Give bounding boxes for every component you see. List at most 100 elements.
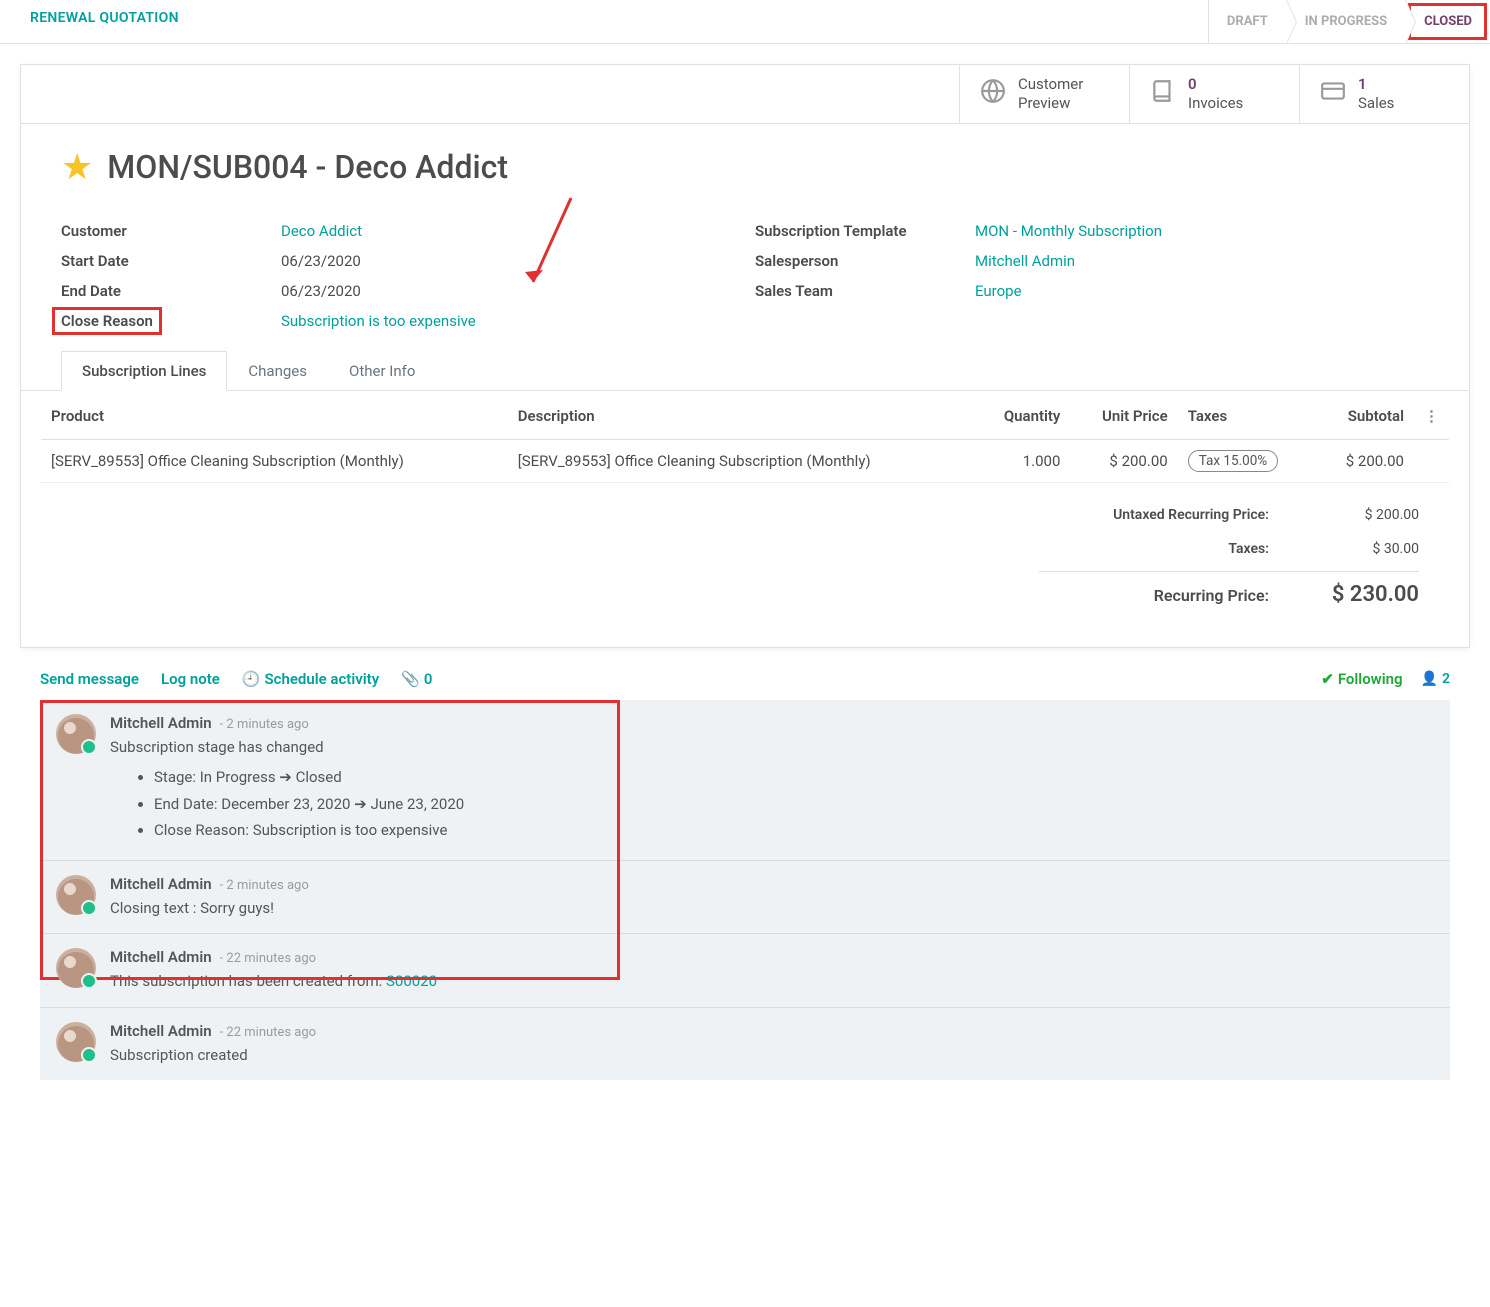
following-label: Following — [1338, 670, 1403, 688]
stage-tracker: DRAFT IN PROGRESS CLOSED — [1208, 0, 1490, 43]
msg-author[interactable]: Mitchell Admin — [110, 875, 212, 893]
field-end-date: End Date 06/23/2020 — [61, 276, 735, 306]
highlight-close-reason-label: Close Reason — [52, 307, 162, 335]
detail-from: In Progress — [200, 768, 276, 786]
person-icon: 👤 — [1421, 671, 1438, 687]
book-icon — [1150, 78, 1176, 110]
msg-body-text: Subscription created — [110, 1044, 1434, 1067]
msg-author[interactable]: Mitchell Admin — [110, 948, 212, 966]
detail-label: Stage: — [154, 768, 196, 786]
label-taxes: Taxes: — [1039, 541, 1269, 557]
invoices-button[interactable]: 0 Invoices — [1129, 65, 1299, 123]
avatar[interactable] — [56, 714, 96, 754]
msg-body-text: Closing text : Sorry guys! — [110, 897, 1434, 920]
value-start-date: 06/23/2020 — [281, 252, 361, 270]
field-template: Subscription Template MON - Monthly Subs… — [755, 216, 1429, 246]
sales-count: 1 — [1358, 75, 1394, 94]
clock-icon: 🕘 — [242, 670, 261, 688]
cell-taxes: Tax 15.00% — [1178, 439, 1316, 482]
message-list: Mitchell Admin - 2 minutes ago Subscript… — [40, 700, 1450, 1081]
cell-description: [SERV_89553] Office Cleaning Subscriptio… — [508, 439, 975, 482]
message-item: Mitchell Admin - 22 minutes ago This sub… — [40, 934, 1450, 1008]
check-icon: ✔ — [1321, 670, 1334, 688]
field-salesperson: Salesperson Mitchell Admin — [755, 246, 1429, 276]
value-untaxed: $ 200.00 — [1309, 507, 1419, 523]
invoices-label: Invoices — [1188, 94, 1243, 113]
lines-table: Product Description Quantity Unit Price … — [41, 391, 1449, 483]
msg-text-prefix: This subscription has been created from: — [110, 972, 386, 990]
sales-button[interactable]: 1 Sales — [1299, 65, 1469, 123]
sales-label: Sales — [1358, 94, 1394, 113]
detail-item: Stage: In Progress ➔ Closed — [154, 766, 1434, 789]
label-end-date: End Date — [61, 282, 281, 300]
avatar[interactable] — [56, 875, 96, 915]
value-recurring: $ 230.00 — [1309, 582, 1419, 607]
star-icon[interactable]: ★ — [61, 146, 93, 188]
totals-section: Untaxed Recurring Price: $ 200.00 Taxes:… — [41, 483, 1449, 627]
globe-icon — [980, 78, 1006, 110]
record-header: ★ MON/SUB004 - Deco Addict — [21, 124, 1469, 198]
schedule-label: Schedule activity — [265, 670, 380, 688]
send-message-button[interactable]: Send message — [40, 670, 139, 688]
following-button[interactable]: ✔ Following — [1321, 670, 1402, 688]
details-section: Customer Deco Addict Start Date 06/23/20… — [21, 198, 1469, 336]
customer-preview-line1: Customer — [1018, 75, 1083, 94]
renewal-quotation-button[interactable]: RENEWAL QUOTATION — [0, 0, 209, 43]
msg-time: - 2 minutes ago — [220, 878, 309, 893]
th-subtotal: Subtotal — [1316, 391, 1414, 440]
value-close-reason[interactable]: Subscription is too expensive — [281, 312, 476, 330]
msg-link[interactable]: S00020 — [386, 972, 437, 990]
detail-label: Close Reason: — [154, 821, 249, 839]
value-sales-team[interactable]: Europe — [975, 282, 1022, 300]
top-action-bar: RENEWAL QUOTATION DRAFT IN PROGRESS CLOS… — [0, 0, 1490, 44]
detail-from: December 23, 2020 — [221, 795, 350, 813]
avatar[interactable] — [56, 948, 96, 988]
stage-closed[interactable]: CLOSED — [1405, 0, 1490, 43]
schedule-activity-button[interactable]: 🕘 Schedule activity — [242, 670, 379, 688]
chatter-toolbar: Send message Log note 🕘 Schedule activit… — [0, 658, 1490, 700]
total-recurring: Recurring Price: $ 230.00 — [1039, 571, 1419, 611]
th-more[interactable]: ⋮ — [1414, 391, 1449, 440]
field-sales-team: Sales Team Europe — [755, 276, 1429, 306]
tab-subscription-lines[interactable]: Subscription Lines — [61, 351, 227, 391]
stage-in-progress[interactable]: IN PROGRESS — [1286, 0, 1405, 43]
msg-body-text: This subscription has been created from:… — [110, 970, 1434, 993]
arrow-right-icon: ➔ — [279, 768, 295, 786]
subscription-lines-section: Product Description Quantity Unit Price … — [21, 391, 1469, 647]
msg-time: - 22 minutes ago — [220, 1025, 316, 1040]
message-item: Mitchell Admin - 2 minutes ago Closing t… — [40, 861, 1450, 935]
kebab-icon: ⋮ — [1424, 407, 1439, 425]
tax-pill: Tax 15.00% — [1188, 450, 1279, 472]
value-template[interactable]: MON - Monthly Subscription — [975, 222, 1162, 240]
customer-preview-button[interactable]: Customer Preview — [959, 65, 1129, 123]
attachments-button[interactable]: 📎0 — [401, 670, 432, 688]
tab-other-info[interactable]: Other Info — [328, 351, 436, 391]
detail-plain: Subscription is too expensive — [253, 821, 448, 839]
cell-unit-price: $ 200.00 — [1070, 439, 1177, 482]
log-note-button[interactable]: Log note — [161, 670, 220, 688]
cell-subtotal: $ 200.00 — [1316, 439, 1414, 482]
cell-product: [SERV_89553] Office Cleaning Subscriptio… — [41, 439, 508, 482]
msg-author[interactable]: Mitchell Admin — [110, 1022, 212, 1040]
field-start-date: Start Date 06/23/2020 — [61, 246, 735, 276]
label-customer: Customer — [61, 222, 281, 240]
value-customer[interactable]: Deco Addict — [281, 222, 362, 240]
cell-more — [1414, 439, 1449, 482]
followers-button[interactable]: 👤2 — [1421, 671, 1450, 687]
detail-item: End Date: December 23, 2020 ➔ June 23, 2… — [154, 793, 1434, 816]
label-start-date: Start Date — [61, 252, 281, 270]
tab-bar: Subscription Lines Changes Other Info — [21, 336, 1469, 391]
stage-draft[interactable]: DRAFT — [1208, 0, 1286, 43]
customer-preview-line2: Preview — [1018, 94, 1083, 113]
tab-changes[interactable]: Changes — [227, 351, 328, 391]
message-item: Mitchell Admin - 22 minutes ago Subscrip… — [40, 1008, 1450, 1081]
label-close-reason: Close Reason — [61, 312, 281, 330]
label-salesperson: Salesperson — [755, 252, 975, 270]
detail-item: Close Reason: Subscription is too expens… — [154, 819, 1434, 842]
table-row[interactable]: [SERV_89553] Office Cleaning Subscriptio… — [41, 439, 1449, 482]
avatar[interactable] — [56, 1022, 96, 1062]
msg-author[interactable]: Mitchell Admin — [110, 714, 212, 732]
value-salesperson[interactable]: Mitchell Admin — [975, 252, 1075, 270]
details-right-col: Subscription Template MON - Monthly Subs… — [755, 216, 1429, 336]
record-panel: Customer Preview 0 Invoices 1 Sales ★ M — [20, 64, 1470, 648]
